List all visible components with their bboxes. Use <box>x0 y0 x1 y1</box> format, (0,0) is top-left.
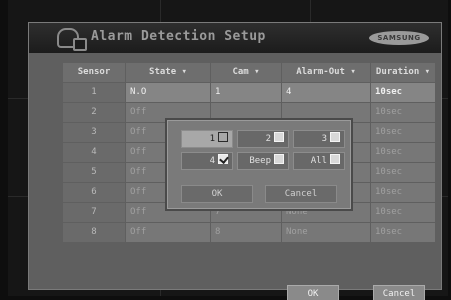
cell-duration[interactable]: 10sec <box>371 83 435 102</box>
header-sensor: Sensor <box>63 63 125 82</box>
cell-duration[interactable]: 10sec <box>371 223 435 242</box>
cell-sensor: 3 <box>63 123 125 142</box>
alarm-option-label: 2 <box>265 134 271 144</box>
alarm-setup-window: Alarm Detection Setup SAMSUNG Sensor Sta… <box>28 22 442 300</box>
window-title: Alarm Detection Setup <box>91 29 266 44</box>
title-bar: Alarm Detection Setup SAMSUNG <box>29 23 441 53</box>
cell-alarm-out[interactable]: 4 <box>282 83 370 102</box>
cell-sensor: 2 <box>63 103 125 122</box>
alarm-option-label: All <box>310 156 327 166</box>
popup-ok-button[interactable]: OK <box>181 185 253 203</box>
checkbox-icon[interactable] <box>274 154 284 164</box>
table-header: Sensor State ▾ Cam ▾ Alarm-Out ▾ Duratio… <box>63 63 435 83</box>
cancel-button[interactable]: Cancel <box>373 285 425 300</box>
cell-sensor: 1 <box>63 83 125 102</box>
alarm-option-3[interactable]: 3 <box>293 130 345 148</box>
alarm-setup-icon <box>57 28 87 51</box>
alarm-option-4[interactable]: 4 <box>181 152 233 170</box>
cell-sensor: 4 <box>63 143 125 162</box>
checkbox-icon[interactable] <box>218 132 228 142</box>
popup-cancel-button[interactable]: Cancel <box>265 185 337 203</box>
header-alarm-out[interactable]: Alarm-Out ▾ <box>282 63 370 82</box>
cell-sensor: 8 <box>63 223 125 242</box>
cell-state[interactable]: N.O <box>126 83 210 102</box>
alarm-option-label: 3 <box>321 134 327 144</box>
header-state[interactable]: State ▾ <box>126 63 210 82</box>
table-row[interactable]: 1 N.O 1 4 10sec <box>63 83 435 103</box>
cell-duration[interactable]: 10sec <box>371 103 435 122</box>
cell-duration[interactable]: 10sec <box>371 203 435 222</box>
ok-button[interactable]: OK <box>287 285 339 300</box>
checkbox-icon[interactable] <box>274 132 284 142</box>
cell-cam[interactable]: 1 <box>211 83 281 102</box>
alarm-option-1[interactable]: 1 <box>181 130 233 148</box>
cell-sensor: 7 <box>63 203 125 222</box>
alarm-option-label: Beep <box>249 156 271 166</box>
samsung-logo: SAMSUNG <box>369 31 429 45</box>
cell-sensor: 6 <box>63 183 125 202</box>
alarm-option-label: 4 <box>209 156 215 166</box>
cell-duration[interactable]: 10sec <box>371 143 435 162</box>
checkbox-icon[interactable] <box>330 132 340 142</box>
table-row[interactable]: 8 Off 8 None 10sec <box>63 223 435 243</box>
alarm-option-2[interactable]: 2 <box>237 130 289 148</box>
alarm-option-label: 1 <box>209 134 215 144</box>
cell-duration[interactable]: 10sec <box>371 163 435 182</box>
checked-checkbox-icon[interactable] <box>218 154 228 164</box>
alarm-option-all[interactable]: All <box>293 152 345 170</box>
header-cam[interactable]: Cam ▾ <box>211 63 281 82</box>
cell-alarm-out[interactable]: None <box>282 223 370 242</box>
alarm-out-popup: 1 2 3 4 Beep All OK Cancel <box>165 118 353 211</box>
alarm-option-beep[interactable]: Beep <box>237 152 289 170</box>
cell-sensor: 5 <box>63 163 125 182</box>
cell-cam[interactable]: 8 <box>211 223 281 242</box>
cell-duration[interactable]: 10sec <box>371 183 435 202</box>
cell-state[interactable]: Off <box>126 223 210 242</box>
cell-duration[interactable]: 10sec <box>371 123 435 142</box>
checkbox-icon[interactable] <box>330 154 340 164</box>
header-duration[interactable]: Duration ▾ <box>371 63 435 82</box>
tv-screen: Alarm Detection Setup SAMSUNG Sensor Sta… <box>8 0 448 300</box>
